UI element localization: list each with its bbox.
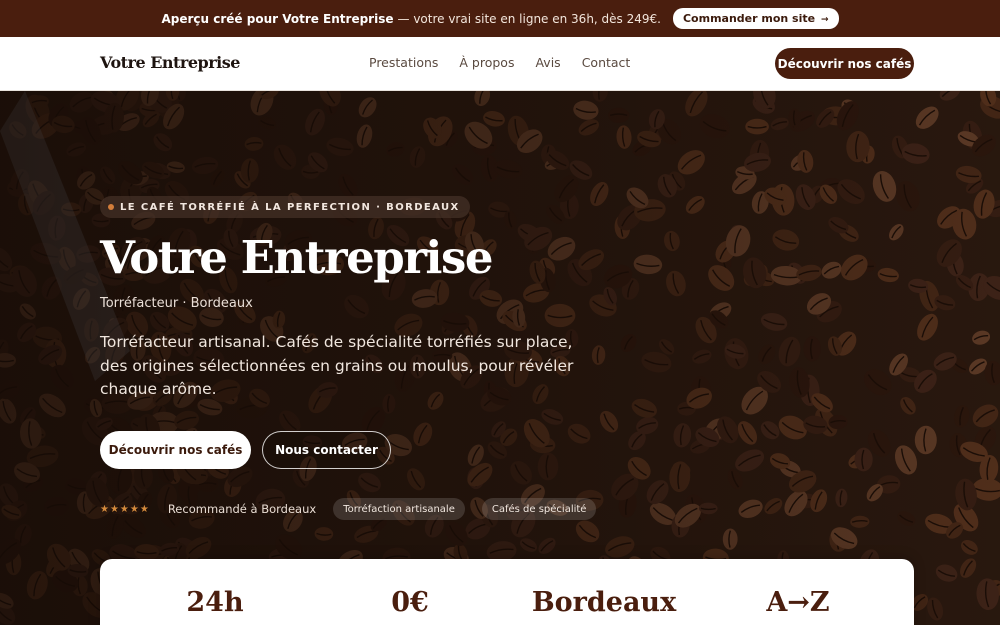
arrow-right-icon: →	[820, 15, 829, 25]
kicker-dot-icon	[108, 204, 114, 210]
promo-banner-title: Aperçu créé pour Votre Entreprise	[161, 11, 394, 26]
rating-label: Recommandé à Bordeaux	[167, 502, 317, 516]
nav-menu: Prestations À propos Avis Contact	[369, 55, 651, 70]
contact-us-button[interactable]: Nous contacter	[262, 431, 391, 469]
promo-banner-text: — votre vrai site en ligne en 36h, dès 2…	[397, 11, 661, 26]
stats-card: 24h 0€ Bordeaux A→Z	[100, 559, 914, 625]
promo-banner: Aperçu créé pour Votre Entreprise — votr…	[0, 0, 1000, 37]
discover-cafes-button[interactable]: Découvrir nos cafés	[100, 431, 251, 469]
star-rating-icon: ★★★★★	[100, 503, 150, 515]
stat-value: 24h	[186, 587, 244, 618]
main-nav: Votre Entreprise Prestations À propos Av…	[0, 37, 1000, 91]
hero-title: Votre Entreprise	[100, 231, 493, 284]
kicker-text: LE CAFÉ TORRÉFIÉ À LA PERFECTION · BORDE…	[120, 201, 460, 213]
hero-description: Torréfacteur artisanal. Cafés de spécial…	[100, 333, 574, 398]
trust-row: ★★★★★ Recommandé à Bordeaux Torréfaction…	[100, 498, 597, 520]
hero-section: LE CAFÉ TORRÉFIÉ À LA PERFECTION · BORDE…	[0, 91, 1000, 625]
discover-cafes-nav-button[interactable]: Découvrir nos cafés	[775, 48, 914, 79]
nav-item-avis[interactable]: Avis	[535, 55, 560, 70]
stat-value: A→Z	[766, 587, 830, 618]
nav-item-a-propos[interactable]: À propos	[459, 55, 514, 70]
order-site-label: Commander mon site	[682, 12, 816, 25]
order-site-button[interactable]: Commander mon site →	[672, 8, 839, 29]
nav-item-prestations[interactable]: Prestations	[369, 55, 438, 70]
tag-chip: Torréfaction artisanale	[333, 498, 465, 520]
nav-item-contact[interactable]: Contact	[582, 55, 631, 70]
hero-kicker: LE CAFÉ TORRÉFIÉ À LA PERFECTION · BORDE…	[100, 196, 470, 218]
stat-value: Bordeaux	[531, 587, 677, 618]
brand-logo[interactable]: Votre Entreprise	[100, 53, 240, 72]
stat-value: 0€	[391, 587, 429, 618]
hero-subtitle: Torréfacteur · Bordeaux	[100, 296, 253, 311]
tag-chip: Cafés de spécialité	[481, 498, 597, 520]
